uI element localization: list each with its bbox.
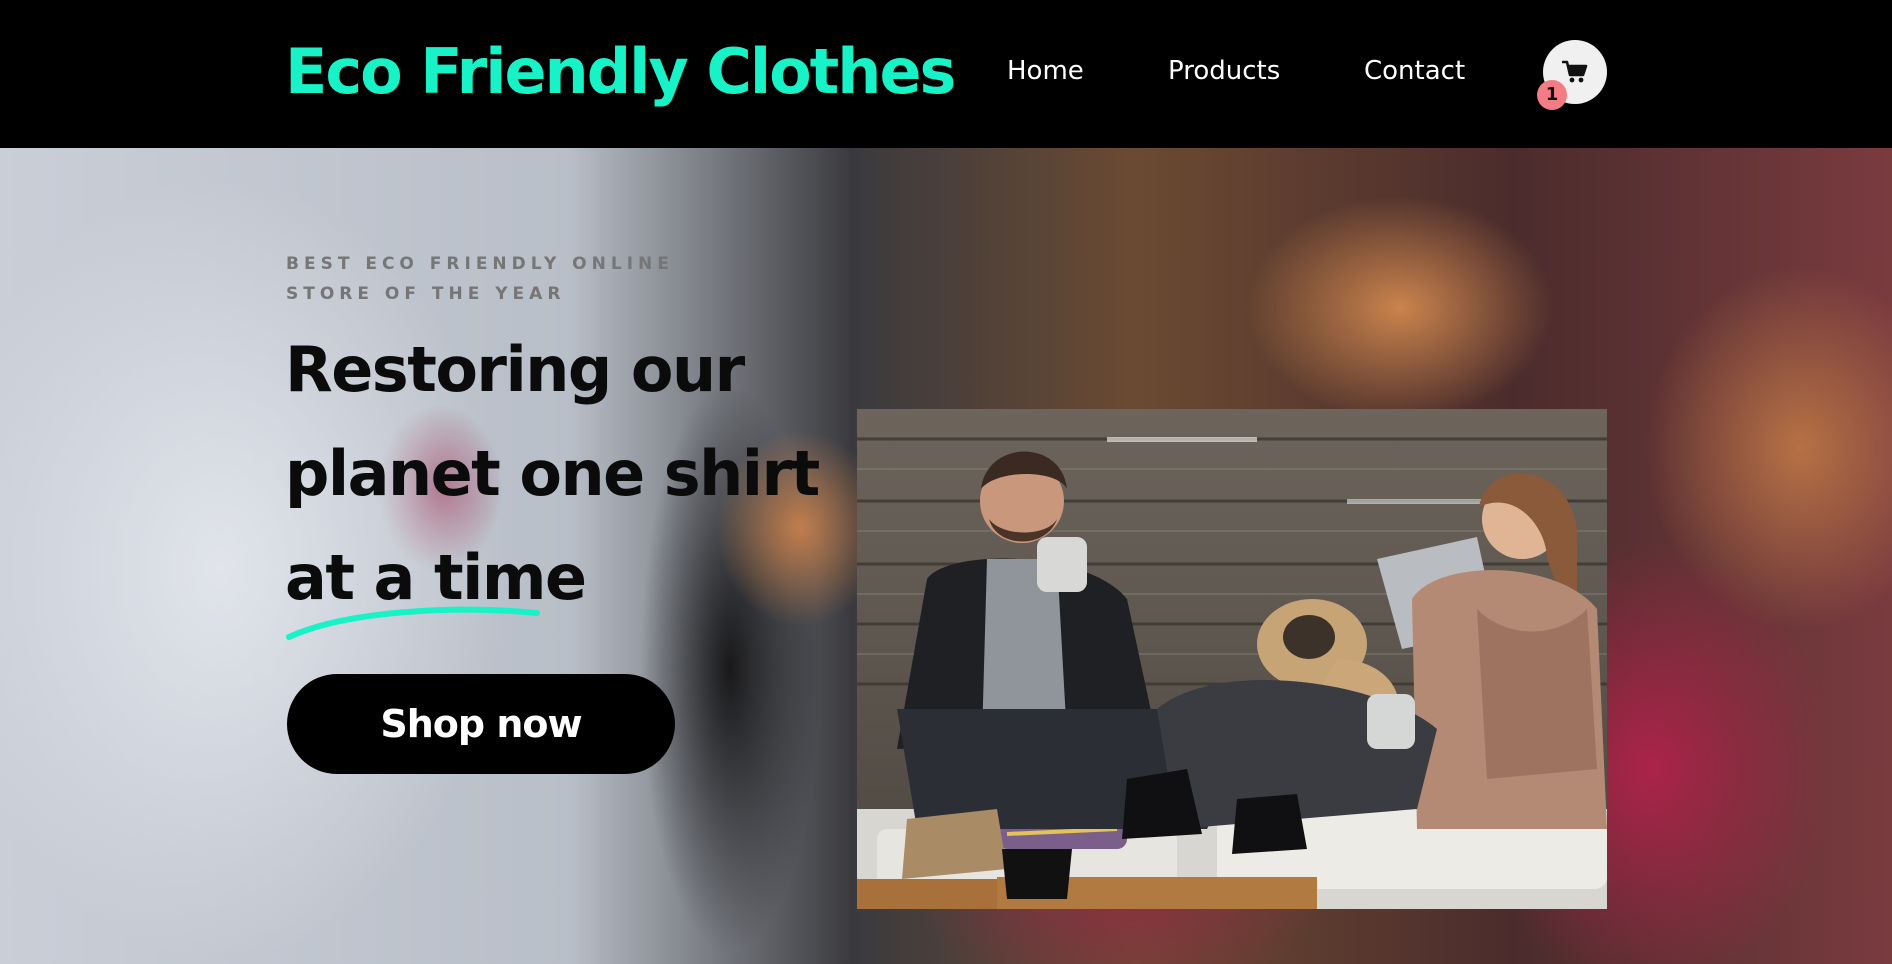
shop-now-button[interactable]: Shop now	[287, 674, 675, 774]
cart-icon	[1562, 60, 1588, 83]
brand-logo[interactable]: Eco Friendly Clothes	[285, 34, 956, 110]
heading-underline-decoration	[286, 606, 540, 640]
cart-count-badge: 1	[1537, 80, 1567, 110]
hero-tagline: BEST ECO FRIENDLY ONLINE STORE OF THE YE…	[286, 254, 674, 304]
nav-link-home[interactable]: Home	[1007, 54, 1084, 88]
photo-couple-with-pug-icon	[857, 409, 1607, 909]
hero-heading: Restoring our planet one shirt at a time	[285, 333, 820, 614]
site-header: Eco Friendly Clothes Home Products Conta…	[0, 0, 1892, 148]
hero-section: BEST ECO FRIENDLY ONLINE STORE OF THE YE…	[0, 148, 1892, 964]
nav-link-products[interactable]: Products	[1168, 54, 1280, 88]
nav-link-contact[interactable]: Contact	[1364, 54, 1465, 88]
hero-photo	[857, 409, 1607, 909]
